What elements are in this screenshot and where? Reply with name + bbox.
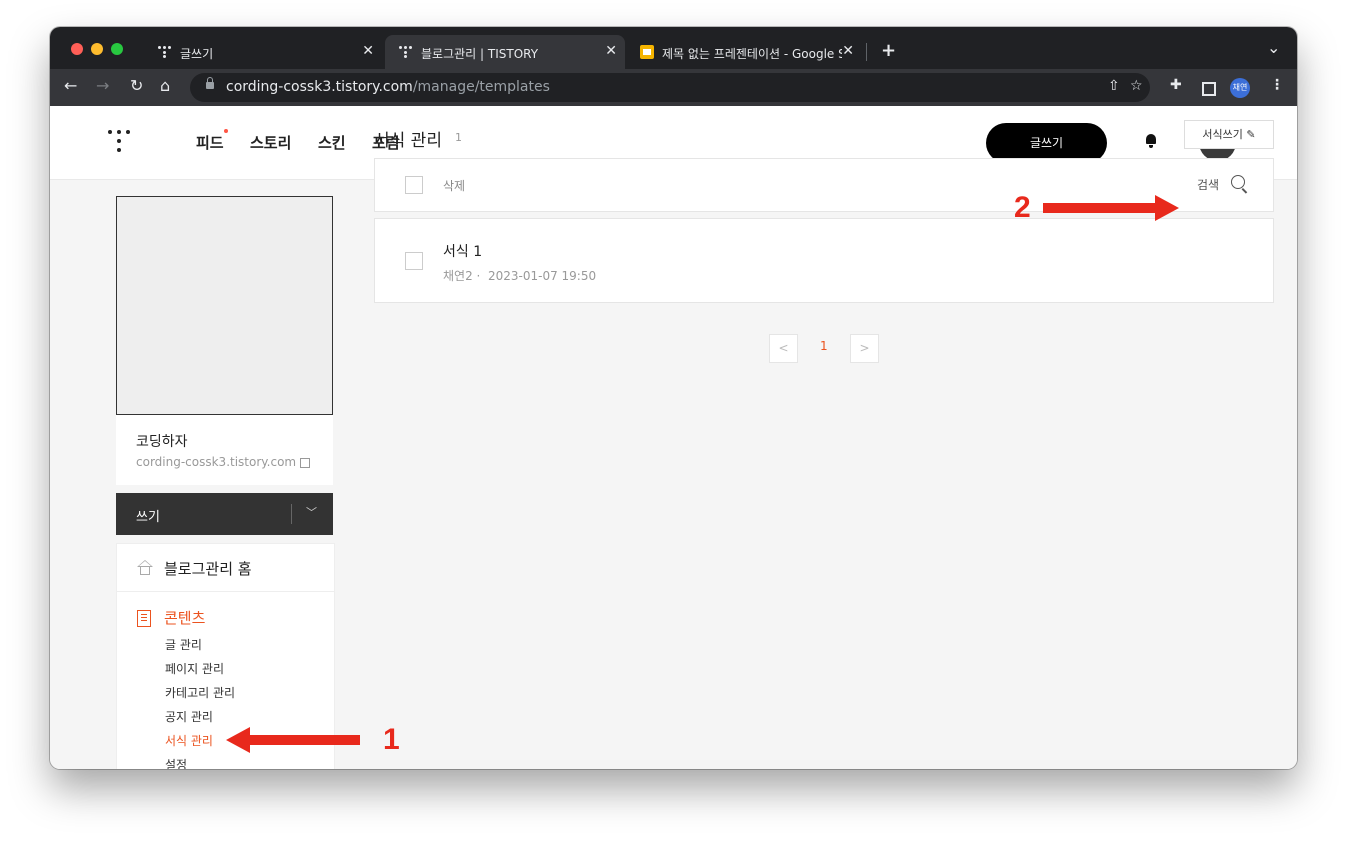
item-checkbox[interactable]	[405, 252, 423, 270]
share-icon[interactable]: ⇧	[1108, 78, 1120, 94]
annotation-label-1: 1	[383, 723, 400, 756]
maximize-window-button[interactable]	[111, 43, 123, 55]
tab-divider	[866, 43, 867, 61]
extensions-puzzle-icon[interactable]: ✚	[1170, 77, 1182, 93]
annotation-arrow-1-line	[250, 735, 360, 745]
blog-name: 코딩하자	[136, 434, 188, 450]
reload-icon[interactable]: ↻	[130, 76, 143, 95]
write-dropdown[interactable]: 쓰기 ﹀	[116, 493, 333, 535]
minimize-window-button[interactable]	[91, 43, 103, 55]
browser-toolbar: ← → ↻ ⌂ cording-cossk3.tistory.com/manag…	[50, 69, 1297, 106]
bookmark-star-icon[interactable]: ☆	[1130, 78, 1143, 94]
house-icon	[137, 560, 153, 575]
new-badge-dot	[224, 129, 228, 133]
sidebar-section-contents[interactable]: 콘텐츠	[164, 607, 205, 628]
annotation-arrow-2-line	[1043, 203, 1155, 213]
pencil-icon: ✎	[1246, 128, 1256, 141]
blog-info: 코딩하자 cording-cossk3.tistory.com	[116, 415, 333, 485]
tab-close-icon[interactable]: ✕	[842, 43, 854, 59]
sidebar-item-pages[interactable]: 페이지 관리	[165, 660, 224, 677]
chevron-down-icon[interactable]: ﹀	[306, 504, 317, 520]
slides-favicon-icon	[640, 45, 654, 59]
pager-prev-button[interactable]: <	[769, 334, 798, 363]
side-panel-icon[interactable]	[1202, 82, 1216, 96]
tab-title: 글쓰기	[180, 47, 214, 61]
browser-window: 글쓰기 ✕ 블로그관리 | TISTORY ✕ 제목 없는 프레젠테이션 - G…	[50, 27, 1297, 769]
template-count: 1	[455, 131, 462, 144]
tab-close-icon[interactable]: ✕	[362, 43, 374, 59]
search-button[interactable]: 검색	[1197, 176, 1219, 193]
nav-story[interactable]: 스토리	[250, 132, 291, 153]
url-text: cording-cossk3.tistory.com/manage/templa…	[226, 79, 550, 95]
forward-arrow-icon[interactable]: →	[96, 76, 109, 95]
sidebar-item-posts[interactable]: 글 관리	[165, 636, 202, 653]
tab-write[interactable]: 글쓰기 ✕	[144, 35, 382, 69]
back-arrow-icon[interactable]: ←	[64, 76, 77, 95]
list-item[interactable]: 서식 1 채연2 · 2023-01-07 19:50	[374, 218, 1274, 303]
annotation-arrow-2-head	[1155, 195, 1179, 221]
document-icon	[137, 610, 151, 627]
tab-google-slides[interactable]: 제목 없는 프레젠테이션 - Google S ✕	[626, 35, 862, 69]
page-title: 서식 관리	[374, 131, 442, 151]
address-bar[interactable]: cording-cossk3.tistory.com/manage/templa…	[190, 73, 1150, 102]
home-icon[interactable]: ⌂	[160, 76, 170, 95]
tistory-favicon-icon	[399, 46, 413, 58]
search-icon[interactable]	[1231, 175, 1245, 189]
more-menu-icon[interactable]: ⋮	[1270, 77, 1284, 93]
tistory-logo-icon[interactable]	[108, 130, 130, 156]
blog-url-link[interactable]: cording-cossk3.tistory.com	[136, 455, 311, 469]
tab-close-icon[interactable]: ✕	[605, 43, 617, 59]
close-window-button[interactable]	[71, 43, 83, 55]
notification-bell-icon[interactable]	[1145, 134, 1157, 148]
pager-next-button[interactable]: >	[850, 334, 879, 363]
profile-avatar-button[interactable]: 채연	[1230, 78, 1250, 98]
sidebar-item-notices[interactable]: 공지 관리	[165, 708, 213, 725]
tab-search-chevron-icon[interactable]: ⌄	[1267, 38, 1280, 57]
template-title[interactable]: 서식 1	[443, 241, 482, 261]
tab-strip: 글쓰기 ✕ 블로그관리 | TISTORY ✕ 제목 없는 프레젠테이션 - G…	[50, 27, 1297, 69]
new-template-button[interactable]: 서식쓰기 ✎	[1184, 120, 1274, 149]
template-meta: 채연2 · 2023-01-07 19:50	[443, 269, 597, 283]
select-all-checkbox[interactable]	[405, 176, 423, 194]
write-post-button[interactable]: 글쓰기	[986, 123, 1107, 163]
sidebar-item-settings[interactable]: 설정	[165, 756, 187, 769]
tab-title: 제목 없는 프레젠테이션 - Google S	[662, 47, 842, 61]
annotation-arrow-1-head	[226, 727, 250, 753]
external-link-icon	[300, 457, 311, 468]
lock-icon	[206, 77, 214, 89]
tab-blog-manage[interactable]: 블로그관리 | TISTORY ✕	[385, 35, 625, 69]
pager-current-page[interactable]: 1	[820, 339, 828, 353]
delete-button[interactable]: 삭제	[443, 177, 465, 194]
sidebar-item-label: 블로그관리 홈	[164, 560, 252, 578]
annotation-label-2: 2	[1014, 191, 1031, 224]
nav-feed[interactable]: 피드	[196, 132, 224, 153]
sidebar-item-templates[interactable]: 서식 관리	[165, 732, 213, 749]
tab-title: 블로그관리 | TISTORY	[421, 47, 539, 61]
write-dropdown-label: 쓰기	[136, 510, 160, 525]
sidebar-item-home[interactable]: 블로그관리 홈	[117, 544, 334, 592]
blog-thumbnail[interactable]	[116, 196, 333, 415]
new-tab-button[interactable]: +	[881, 40, 896, 61]
nav-skin[interactable]: 스킨	[318, 132, 346, 153]
sidebar-item-categories[interactable]: 카테고리 관리	[165, 684, 235, 701]
tistory-favicon-icon	[158, 46, 172, 58]
